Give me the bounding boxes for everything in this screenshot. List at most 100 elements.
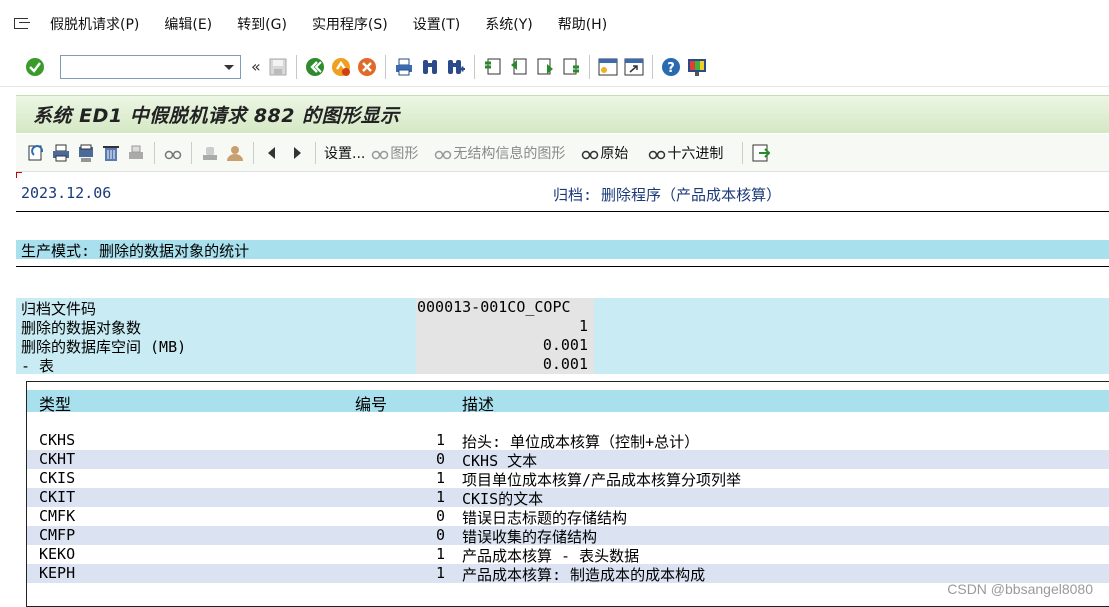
- export-icon[interactable]: [751, 142, 771, 164]
- customize-layout-icon[interactable]: [686, 56, 708, 78]
- column-header-desc: 描述: [462, 395, 495, 414]
- svg-text:?: ?: [667, 61, 675, 76]
- menu-utilities[interactable]: 实用程序(S): [312, 14, 388, 34]
- stat-value: 0.001: [416, 355, 594, 374]
- menu-exit-icon[interactable]: [14, 16, 32, 32]
- find-next-icon[interactable]: [445, 56, 467, 78]
- shortcut-icon[interactable]: [623, 56, 645, 78]
- exit-icon[interactable]: [330, 56, 352, 78]
- delete-icon[interactable]: [101, 142, 121, 164]
- cursor-marker: [16, 172, 22, 178]
- production-mode-heading: 生产模式: 删除的数据对象的统计: [16, 240, 1109, 260]
- stat-value: 0.001: [416, 336, 594, 355]
- graphic-no-structure-label: 无结构信息的图形: [453, 145, 566, 162]
- cell-number: 1: [435, 545, 445, 563]
- separator: [384, 54, 386, 79]
- table-header: 类型 编号 描述: [27, 390, 1109, 414]
- divider: [16, 211, 1109, 212]
- help-icon[interactable]: ?: [660, 56, 682, 78]
- raw-button[interactable]: 原始: [580, 142, 628, 164]
- menu-system[interactable]: 系统(Y): [485, 14, 532, 34]
- back-chevrons-icon[interactable]: «: [251, 57, 261, 76]
- cell-number: 1: [435, 469, 445, 487]
- print-list-icon[interactable]: [76, 142, 96, 164]
- table-row[interactable]: CMFK 0 错误日志标题的存储结构: [27, 507, 1109, 527]
- next-page-icon[interactable]: [534, 56, 556, 78]
- watermark: CSDN @bbsangel8080: [947, 581, 1093, 597]
- page-title: 系统 ED1 中假脱机请求 882 的图形显示: [33, 105, 400, 127]
- cell-desc: 产品成本核算 - 表头数据: [462, 547, 640, 565]
- print-icon[interactable]: [393, 56, 415, 78]
- cell-type: CMFP: [39, 526, 76, 544]
- hex-button-label: 十六进制: [667, 145, 724, 162]
- next-icon[interactable]: [287, 142, 307, 164]
- table-row[interactable]: CKIT 1 CKIS的文本: [27, 488, 1109, 508]
- prev-page-icon[interactable]: [508, 56, 530, 78]
- separator: [191, 141, 192, 164]
- chevron-down-icon[interactable]: [224, 64, 234, 70]
- settings-button[interactable]: 设置...: [324, 142, 365, 164]
- stat-row-deleted-objects: 删除的数据对象数 1: [16, 317, 1109, 337]
- first-page-icon[interactable]: [482, 56, 504, 78]
- new-session-icon[interactable]: [597, 56, 619, 78]
- cell-desc: 错误日志标题的存储结构: [462, 509, 628, 527]
- column-header-type: 类型: [39, 395, 72, 414]
- raw-button-label: 原始: [600, 145, 629, 162]
- menu-bar: 假脱机请求(P) 编辑(E) 转到(G) 实用程序(S) 设置(T) 系统(Y)…: [0, 0, 1109, 47]
- separator: [473, 54, 475, 79]
- table-row[interactable]: CKHS 1 抬头: 单位成本核算（控制+总计）: [27, 431, 1109, 451]
- print-icon[interactable]: [51, 142, 71, 164]
- menu-edit[interactable]: 编辑(E): [164, 14, 212, 34]
- last-page-icon[interactable]: [560, 56, 582, 78]
- report-date: 2023.12.06: [21, 184, 112, 202]
- menu-settings[interactable]: 设置(T): [413, 14, 460, 34]
- cell-type: CKHT: [39, 450, 76, 468]
- menu-help[interactable]: 帮助(H): [558, 14, 607, 34]
- separator: [315, 141, 316, 164]
- cell-number: 1: [435, 564, 445, 582]
- enter-icon[interactable]: [24, 56, 46, 78]
- settings-button-label: 设置...: [324, 145, 366, 162]
- cell-desc: CKIS的文本: [462, 490, 544, 508]
- report-content: 2023.12.06 归档: 删除程序（产品成本核算） 生产模式: 删除的数据对…: [16, 172, 1109, 607]
- cell-type: CKIT: [39, 488, 76, 506]
- save-icon[interactable]: [267, 56, 289, 78]
- menu-spool-request[interactable]: 假脱机请求(P): [50, 14, 139, 34]
- command-field[interactable]: [60, 54, 241, 79]
- stat-label: - 表: [16, 355, 416, 375]
- table-row[interactable]: CMFP 0 错误收集的存储结构: [27, 526, 1109, 546]
- deleted-objects-table: 类型 编号 描述 CKHS 1 抬头: 单位成本核算（控制+总计） CKHT 0…: [26, 381, 1109, 607]
- graphic-button[interactable]: 图形: [370, 142, 418, 164]
- separator: [295, 54, 297, 79]
- cell-desc: 产品成本核算: 制造成本的成本构成: [462, 566, 706, 584]
- column-header-number: 编号: [355, 395, 388, 414]
- cell-type: KEKO: [39, 545, 76, 563]
- stamp-icon[interactable]: [200, 142, 220, 164]
- stat-row-db-space: 删除的数据库空间 (MB) 0.001: [16, 336, 1109, 356]
- graphic-button-label: 图形: [390, 145, 419, 162]
- table-row[interactable]: KEKO 1 产品成本核算 - 表头数据: [27, 545, 1109, 565]
- menu-goto[interactable]: 转到(G): [237, 14, 287, 34]
- stat-label: 删除的数据对象数: [16, 317, 416, 337]
- cell-number: 0: [435, 450, 445, 468]
- cancel-icon[interactable]: [356, 56, 378, 78]
- cell-number: 0: [435, 526, 445, 544]
- find-icon[interactable]: [419, 56, 441, 78]
- output-device-icon[interactable]: [126, 142, 146, 164]
- table-row[interactable]: CKHT 0 CKHS 文本: [27, 450, 1109, 470]
- table-row[interactable]: CKIS 1 项目单位成本核算/产品成本核算分项列举: [27, 469, 1109, 489]
- cell-desc: 抬头: 单位成本核算（控制+总计）: [462, 433, 700, 451]
- graphic-no-structure-button[interactable]: 无结构信息的图形: [433, 142, 565, 164]
- back-icon[interactable]: [304, 56, 326, 78]
- separator: [588, 54, 590, 79]
- cell-desc: 项目单位成本核算/产品成本核算分项列举: [462, 471, 742, 489]
- separator: [651, 54, 653, 79]
- stat-value: 000013-001CO_COPC: [416, 298, 594, 317]
- previous-icon[interactable]: [262, 142, 282, 164]
- screen-title-bar: 系统 ED1 中假脱机请求 882 的图形显示: [16, 95, 1109, 133]
- user-icon[interactable]: [225, 142, 245, 164]
- hex-button[interactable]: 十六进制: [647, 142, 723, 164]
- refresh-icon[interactable]: [26, 142, 46, 164]
- glasses-icon[interactable]: [163, 142, 183, 164]
- stat-label: 归档文件码: [16, 298, 416, 318]
